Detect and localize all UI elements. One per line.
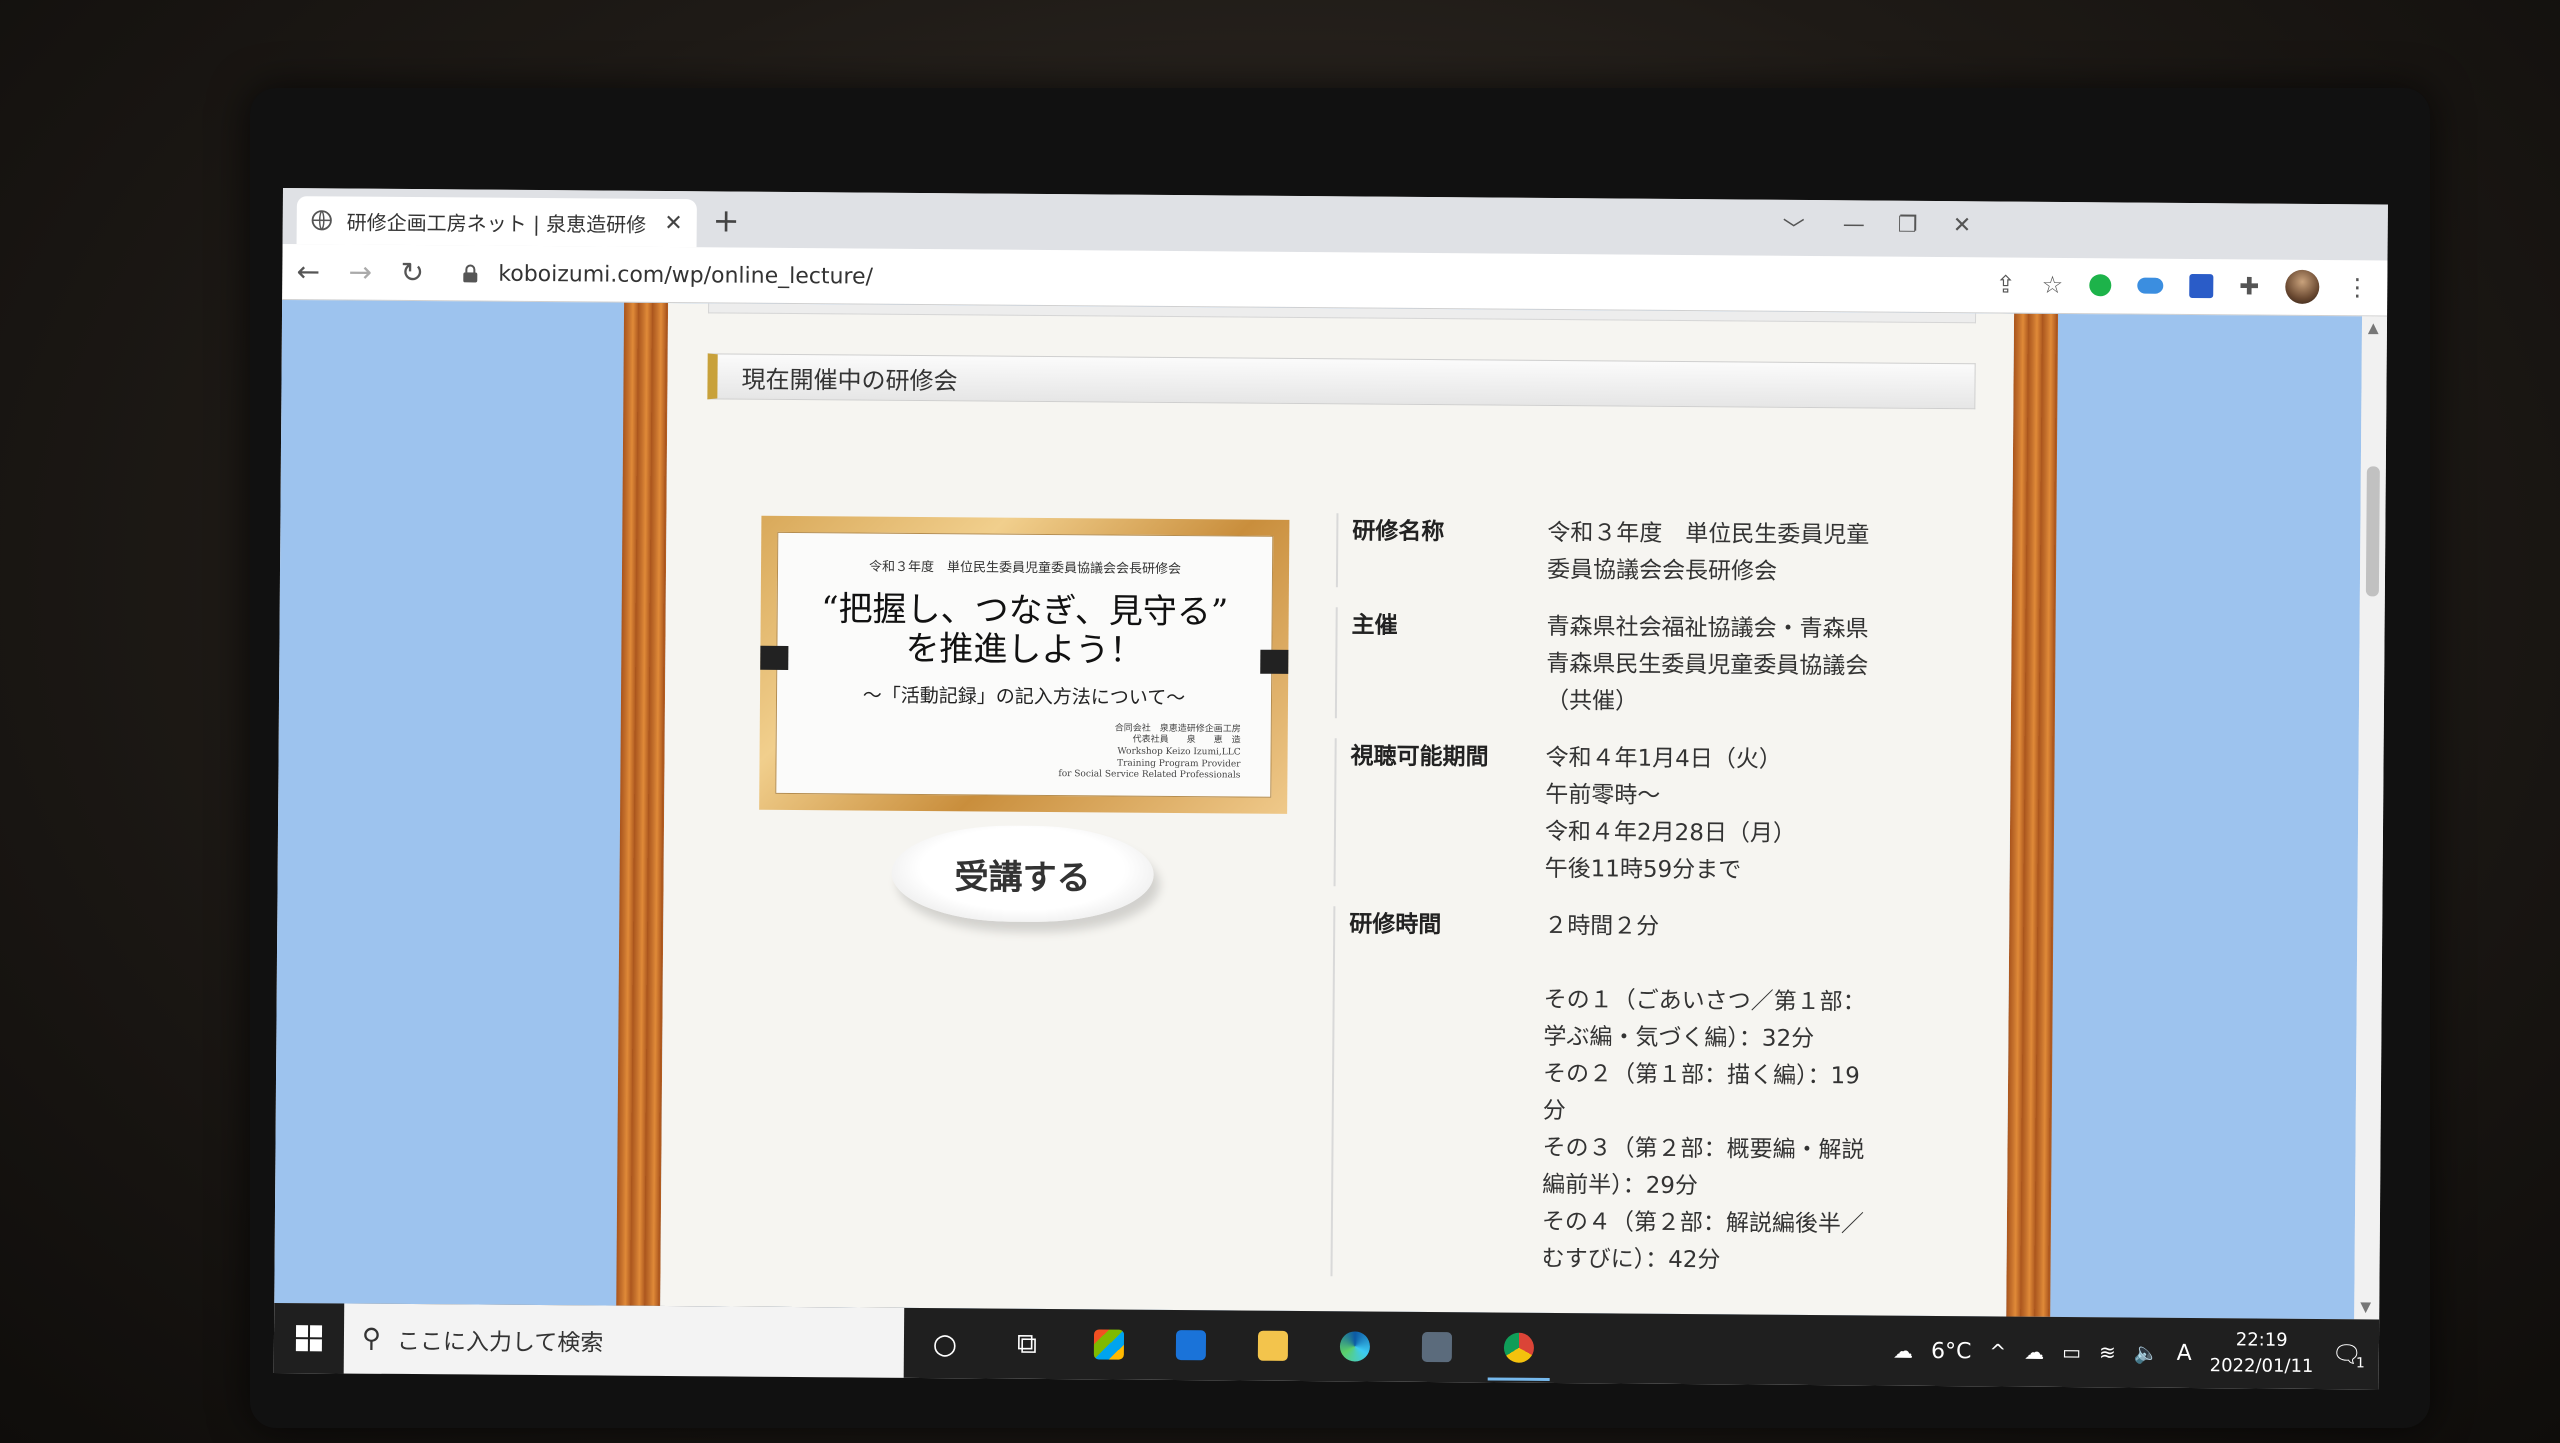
thumbnail-signature: 合同会社 泉恵造研修企画工房 代表社員 泉 恵 造 Workshop Keizo… <box>1058 723 1241 781</box>
thumbnail-inner: 令和３年度 単位民生委員児童委員協議会会長研修会 “把握し、つなぎ、見守る” を… <box>775 531 1274 798</box>
section-title: 現在開催中の研修会 <box>741 365 958 395</box>
scrollbar-thumb[interactable] <box>2365 466 2380 597</box>
wood-border-right <box>2006 313 2059 1317</box>
info-row: 研修時間 ２時間２分 その１（ごあいさつ／第１部： 学ぶ編・気づく編）：32分 … <box>1330 906 1894 1281</box>
taskbar-search[interactable]: ⚲ ここに入力して検索 <box>343 1303 905 1378</box>
info-key: 研修時間 <box>1349 911 1442 939</box>
info-key: 視聴可能期間 <box>1350 743 1489 771</box>
restore-button[interactable]: ❐ <box>1898 213 1918 238</box>
extension-green-icon[interactable] <box>2089 274 2112 297</box>
tab-title: 研修企画工房ネット | 泉恵造研修 <box>346 210 647 237</box>
browser-tab[interactable]: 研修企画工房ネット | 泉恵造研修 ✕ <box>296 196 697 248</box>
scroll-down-icon[interactable]: ▼ <box>2360 1299 2371 1315</box>
screen: 研修企画工房ネット | 泉恵造研修 ✕ + ﹀ — ❐ ✕ ← → ↻ kobo… <box>273 188 2388 1390</box>
enroll-button[interactable]: 受講する <box>891 824 1155 923</box>
minimize-button[interactable]: — <box>1843 212 1865 237</box>
weather-cloud-icon[interactable]: ☁ <box>1893 1339 1913 1363</box>
bookmark-star-icon[interactable]: ☆ <box>2042 271 2064 299</box>
page-content: 現在開催中の研修会 令和３年度 単位民生委員児童委員協議会会長研修会 “把握し、… <box>660 303 2015 1317</box>
task-view-icon[interactable]: ⧉ <box>986 1309 1069 1380</box>
thumbnail-subtitle: 令和３年度 単位民生委員児童委員協議会会長研修会 <box>868 559 1182 578</box>
tray-overflow-icon[interactable]: ^ <box>1989 1339 2006 1363</box>
info-key: 研修名称 <box>1352 518 1445 546</box>
clock-time: 22:19 <box>2235 1329 2288 1351</box>
wifi-icon[interactable]: ≋ <box>2099 1340 2116 1364</box>
info-value: 青森県社会福祉協議会・青森県 青森県民生委員児童委員協議会 （共催） <box>1545 613 1869 715</box>
extension-cloud-icon[interactable] <box>2137 277 2164 294</box>
windows-logo-icon <box>295 1325 323 1352</box>
lecture-thumbnail[interactable]: 令和３年度 単位民生委員児童委員協議会会長研修会 “把握し、つなぎ、見守る” を… <box>759 515 1290 814</box>
thumbnail-tagline: ～「活動記録」の記入方法について～ <box>862 684 1186 710</box>
address-bar[interactable]: koboizumi.com/wp/online_lecture/ <box>462 253 1962 305</box>
globe-icon <box>311 210 332 231</box>
info-row: 研修名称 令和３年度 単位民生委員児童 委員協議会会長研修会 <box>1335 513 1897 592</box>
onedrive-icon[interactable]: ☁ <box>2024 1340 2044 1364</box>
edge-icon[interactable] <box>1314 1311 1397 1382</box>
search-icon: ⚲ <box>361 1323 382 1354</box>
back-icon[interactable]: ← <box>282 255 334 288</box>
camera-icon[interactable] <box>1396 1312 1479 1383</box>
menu-kebab-icon[interactable]: ⋮ <box>2345 273 2369 301</box>
search-placeholder: ここに入力して検索 <box>396 1328 604 1357</box>
info-row: 主催 青森県社会福祉協議会・青森県 青森県民生委員児童委員協議会 （共催） <box>1334 607 1896 723</box>
wood-border-left <box>616 302 669 1306</box>
info-value: 令和３年度 単位民生委員児童 委員協議会会長研修会 <box>1546 519 1870 585</box>
thumbnail-headline: “把握し、つなぎ、見守る” を推進しよう！ <box>821 589 1229 671</box>
volume-icon[interactable]: 🔈 <box>2134 1341 2159 1365</box>
chrome-icon[interactable] <box>1478 1312 1561 1383</box>
tab-close-icon[interactable]: ✕ <box>664 210 683 235</box>
clock-date: 2022/01/11 <box>2209 1355 2314 1377</box>
battery-icon[interactable]: ▭ <box>2062 1340 2081 1364</box>
tab-search-icon[interactable]: ﹀ <box>1783 212 1805 244</box>
reload-icon[interactable]: ↻ <box>386 256 438 289</box>
cortana-icon[interactable]: ○ <box>904 1308 987 1379</box>
lock-icon <box>463 264 478 283</box>
share-icon[interactable]: ⇪ <box>1995 270 2015 298</box>
section-header: 現在開催中の研修会 <box>707 353 1976 410</box>
info-value: ２時間２分 その１（ごあいさつ／第１部： 学ぶ編・気づく編）：32分 その２（第… <box>1541 912 1866 1274</box>
clock[interactable]: 22:19 2022/01/11 <box>2210 1327 2314 1380</box>
thumbnail-tab-left <box>760 645 789 670</box>
forward-icon[interactable]: → <box>334 255 386 289</box>
info-row: 視聴可能期間 令和４年1月4日（火） 午前零時～ 令和４年2月28日（月） 午後… <box>1333 738 1895 891</box>
system-tray: ☁ 6°C ^ ☁ ▭ ≋ 🔈 A 22:19 2022/01/11 🗨 1 <box>1893 1316 2365 1390</box>
thumbnail-tab-right <box>1260 649 1289 674</box>
info-value: 令和４年1月4日（火） 午前零時～ 令和４年2月28日（月） 午後11時59分ま… <box>1544 744 1796 884</box>
profile-avatar[interactable] <box>2285 269 2320 304</box>
url-text: koboizumi.com/wp/online_lecture/ <box>498 261 874 290</box>
extension-blue-icon[interactable] <box>2189 273 2214 299</box>
new-tab-button[interactable]: + <box>713 201 740 239</box>
ime-indicator[interactable]: A <box>2177 1340 2192 1365</box>
enroll-button-label: 受講する <box>954 856 1091 898</box>
mail-icon[interactable] <box>1150 1310 1233 1381</box>
lecture-info-table: 研修名称 令和３年度 単位民生委員児童 委員協議会会長研修会 主催 青森県社会福… <box>1330 513 1897 1300</box>
info-key: 主催 <box>1351 612 1398 639</box>
close-window-button[interactable]: ✕ <box>1953 213 1972 238</box>
weather-temp[interactable]: 6°C <box>1931 1338 1972 1363</box>
file-explorer-icon[interactable] <box>1232 1310 1315 1381</box>
page-viewport: 現在開催中の研修会 令和３年度 単位民生委員児童委員協議会会長研修会 “把握し、… <box>274 299 2363 1320</box>
start-button[interactable] <box>274 1325 344 1352</box>
store-icon[interactable] <box>1068 1309 1151 1380</box>
scroll-up-icon[interactable]: ▲ <box>2368 320 2379 336</box>
extensions-puzzle-icon[interactable]: ✚ <box>2239 272 2259 300</box>
notification-count: 1 <box>2355 1355 2365 1372</box>
